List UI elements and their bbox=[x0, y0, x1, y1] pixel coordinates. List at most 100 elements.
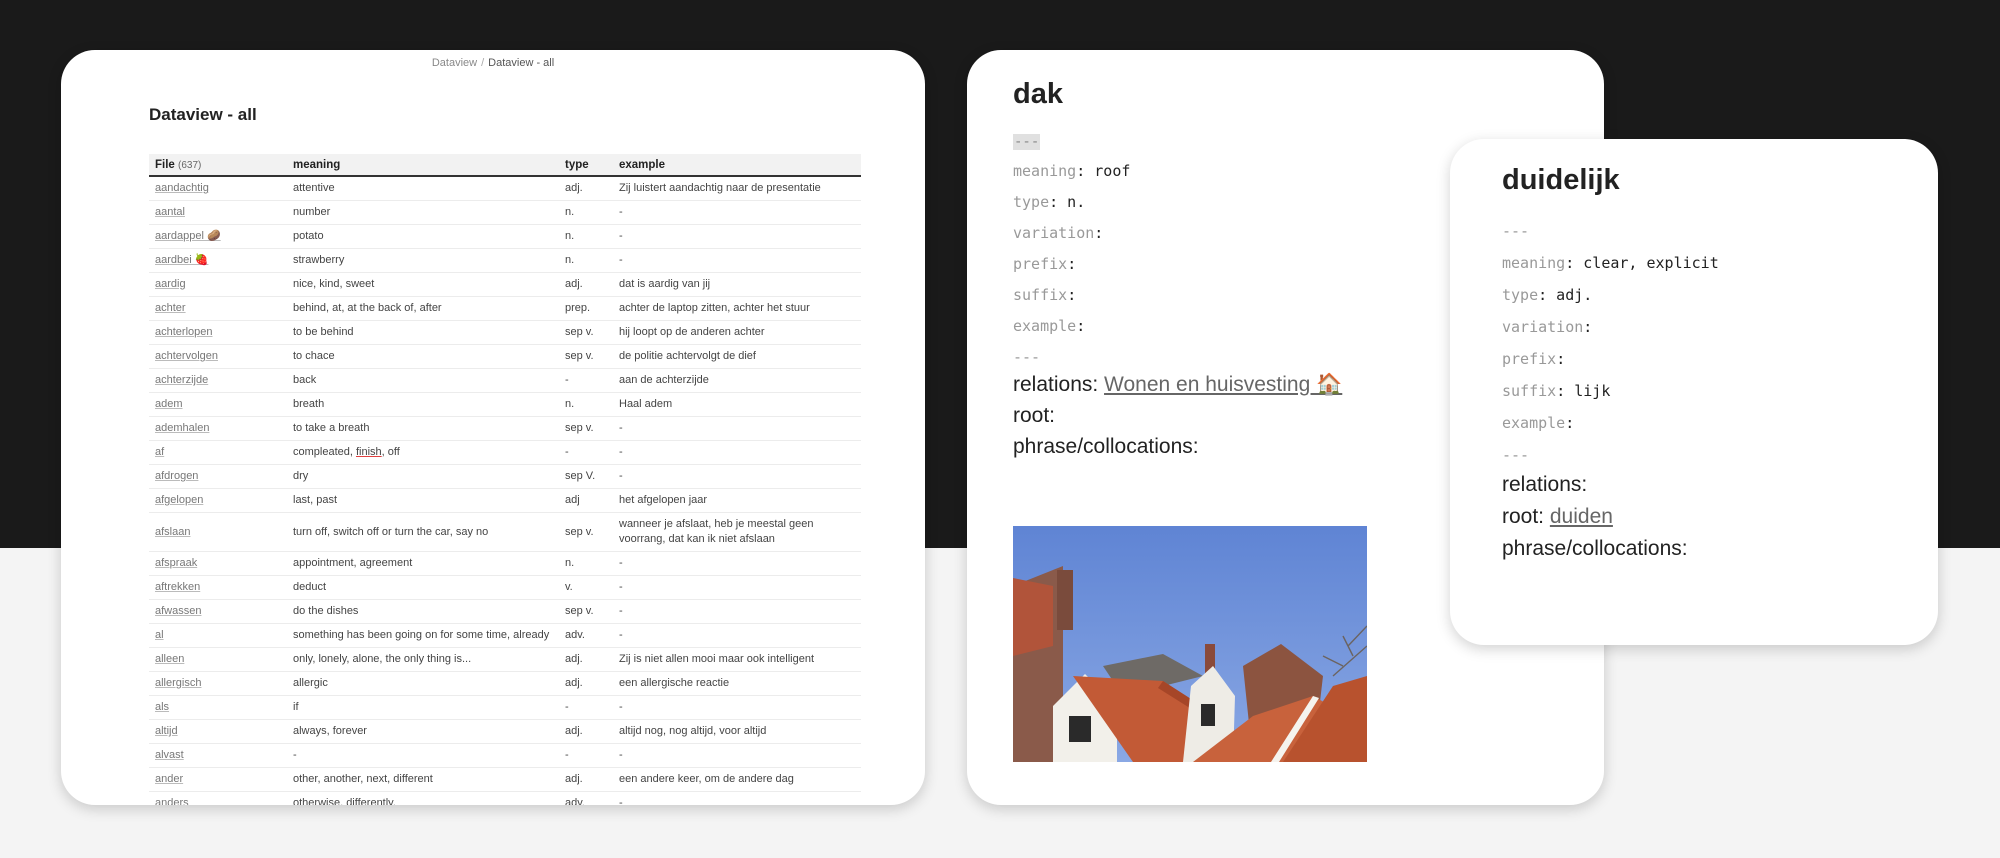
type-cell: adv. bbox=[559, 623, 613, 648]
meaning-cell: behind, at, at the back of, after bbox=[287, 296, 559, 321]
file-link[interactable]: afslaan bbox=[149, 512, 287, 552]
meaning-cell: compleated, finish, off bbox=[287, 440, 559, 465]
table-row: aardappel 🥔 potato n. - bbox=[149, 224, 861, 249]
file-link[interactable]: alleen bbox=[149, 647, 287, 672]
meaning-cell: to chace bbox=[287, 344, 559, 369]
file-link[interactable]: als bbox=[149, 695, 287, 720]
meaning-cell: nice, kind, sweet bbox=[287, 272, 559, 297]
root-label: root: bbox=[1502, 505, 1550, 528]
table-row: aandachtig attentive adj. Zij luistert aand… bbox=[149, 176, 861, 201]
meaning-cell: to be behind bbox=[287, 320, 559, 345]
example-cell: - bbox=[613, 743, 861, 768]
type-cell: v. bbox=[559, 575, 613, 600]
table-row: allergisch allergic adj. een allergische re… bbox=[149, 671, 861, 696]
root-link[interactable]: duiden bbox=[1550, 505, 1613, 528]
type-cell: sep v. bbox=[559, 344, 613, 369]
header-meaning[interactable]: meaning bbox=[287, 154, 559, 177]
table-row: anders otherwise, differently, adv. - bbox=[149, 791, 861, 805]
file-link[interactable]: al bbox=[149, 623, 287, 648]
header-file[interactable]: File (637) bbox=[149, 154, 287, 177]
type-cell: - bbox=[559, 695, 613, 720]
type-cell: adv. bbox=[559, 791, 613, 805]
file-link[interactable]: anders bbox=[149, 791, 287, 805]
file-link[interactable]: af bbox=[149, 440, 287, 465]
table-row: afwassen do the dishes sep v. - bbox=[149, 599, 861, 624]
example-cell: - bbox=[613, 623, 861, 648]
breadcrumb-parent[interactable]: Dataview bbox=[432, 57, 477, 69]
property-meaning: meaning: clear, explicit bbox=[1502, 254, 1719, 272]
example-cell: Haal adem bbox=[613, 392, 861, 417]
table-row: ademhalen to take a breath sep v. - bbox=[149, 416, 861, 441]
example-cell: - bbox=[613, 464, 861, 489]
file-link[interactable]: alvast bbox=[149, 743, 287, 768]
file-link[interactable]: achtervolgen bbox=[149, 344, 287, 369]
file-link[interactable]: allergisch bbox=[149, 671, 287, 696]
type-cell: sep v. bbox=[559, 320, 613, 345]
header-example[interactable]: example bbox=[613, 154, 861, 177]
table-row: achterzijde back - aan de achterzijde bbox=[149, 368, 861, 393]
file-link[interactable]: achterlopen bbox=[149, 320, 287, 345]
breadcrumb-current[interactable]: Dataview - all bbox=[488, 57, 554, 69]
example-cell: hij loopt op de anderen achter bbox=[613, 320, 861, 345]
header-type[interactable]: type bbox=[559, 154, 613, 177]
property-suffix: suffix: lijk bbox=[1502, 382, 1611, 400]
table-row: aantal number n. - bbox=[149, 200, 861, 225]
file-link[interactable]: adem bbox=[149, 392, 287, 417]
file-link[interactable]: afdrogen bbox=[149, 464, 287, 489]
property-key: prefix bbox=[1013, 255, 1068, 273]
type-cell: adj bbox=[559, 488, 613, 513]
example-cell: dat is aardig van jij bbox=[613, 272, 861, 297]
file-link[interactable]: aardappel 🥔 bbox=[149, 224, 287, 249]
type-cell: n. bbox=[559, 392, 613, 417]
property-key: example bbox=[1502, 414, 1566, 432]
example-cell: achter de laptop zitten, achter het stuu… bbox=[613, 296, 861, 321]
relations-line: relations: Wonen en huisvesting 🏠 bbox=[1013, 373, 1342, 397]
file-link[interactable]: afwassen bbox=[149, 599, 287, 624]
file-link[interactable]: achter bbox=[149, 296, 287, 321]
example-cell: de politie achtervolgt de dief bbox=[613, 344, 861, 369]
relations-label: relations: bbox=[1013, 373, 1105, 396]
meaning-cell: last, past bbox=[287, 488, 559, 513]
file-link[interactable]: aardig bbox=[149, 272, 287, 297]
table-row: af compleated, finish, off - - bbox=[149, 440, 861, 465]
meaning-cell: deduct bbox=[287, 575, 559, 600]
meaning-cell: otherwise, differently, bbox=[287, 791, 559, 805]
file-link[interactable]: achterzijde bbox=[149, 368, 287, 393]
meaning-cell: back bbox=[287, 368, 559, 393]
example-cell: Zij luistert aandachtig naar de presenta… bbox=[613, 176, 861, 201]
example-cell: - bbox=[613, 440, 861, 465]
meaning-cell: always, forever bbox=[287, 719, 559, 744]
example-cell: - bbox=[613, 575, 861, 600]
property-value: adj. bbox=[1547, 286, 1593, 304]
meaning-cell: something has been going on for some tim… bbox=[287, 623, 559, 648]
relations-link[interactable]: Wonen en huisvesting 🏠 bbox=[1104, 373, 1342, 396]
example-cell: een andere keer, om de andere dag bbox=[613, 767, 861, 792]
meaning-cell: number bbox=[287, 200, 559, 225]
file-link[interactable]: aandachtig bbox=[149, 176, 287, 201]
file-link[interactable]: ander bbox=[149, 767, 287, 792]
property-value: roof bbox=[1085, 162, 1131, 180]
example-cell: - bbox=[613, 599, 861, 624]
table-body: aandachtig attentive adj. Zij luistert aand… bbox=[149, 176, 861, 805]
property-key: variation bbox=[1013, 224, 1095, 242]
file-link[interactable]: aftrekken bbox=[149, 575, 287, 600]
meaning-cell: allergic bbox=[287, 671, 559, 696]
file-link[interactable]: altijd bbox=[149, 719, 287, 744]
property-key: variation bbox=[1502, 318, 1584, 336]
file-link[interactable]: afgelopen bbox=[149, 488, 287, 513]
property-value: clear, explicit bbox=[1574, 254, 1719, 272]
file-link[interactable]: ademhalen bbox=[149, 416, 287, 441]
file-link[interactable]: aardbei 🍓 bbox=[149, 248, 287, 273]
property-key: example bbox=[1013, 317, 1077, 335]
file-link[interactable]: aantal bbox=[149, 200, 287, 225]
table-row: afspraak appointment, agreement n. - bbox=[149, 551, 861, 576]
type-cell: sep v. bbox=[559, 512, 613, 552]
file-count: (637) bbox=[178, 159, 202, 171]
property-key: prefix bbox=[1502, 350, 1557, 368]
table-row: als if - - bbox=[149, 695, 861, 720]
file-link[interactable]: afspraak bbox=[149, 551, 287, 576]
roof-illustration bbox=[1013, 526, 1367, 762]
dataview-table: File (637) meaning type example aandacht… bbox=[149, 154, 861, 805]
type-cell: adj. bbox=[559, 767, 613, 792]
relations-label: relations: bbox=[1502, 473, 1588, 496]
